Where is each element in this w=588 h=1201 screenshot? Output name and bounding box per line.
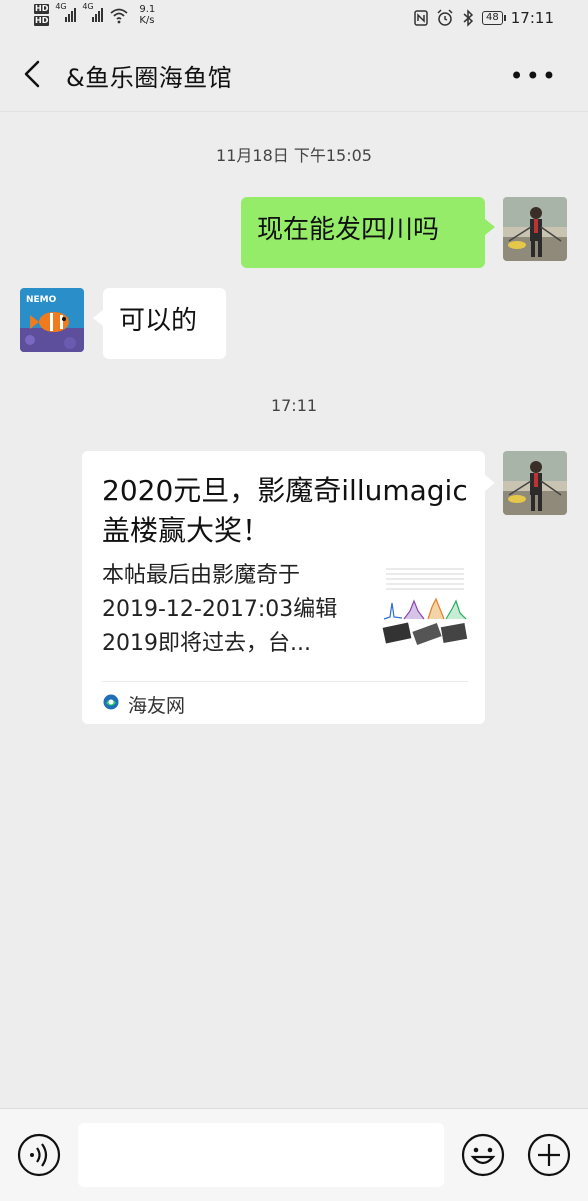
- wifi-icon: [110, 8, 128, 24]
- chat-header: &鱼乐圈海鱼馆 •••: [0, 40, 588, 110]
- link-card-thumbnail: [382, 559, 468, 647]
- link-card-title: 2020元旦，影魔奇illumagic盖楼赢大奖！: [102, 474, 468, 547]
- back-arrow-icon[interactable]: [18, 58, 50, 90]
- network-speed: 9.1 K/s: [139, 4, 156, 26]
- avatar-photo: [503, 451, 567, 515]
- hd-badge: HD: [34, 16, 50, 26]
- incoming-message[interactable]: 可以的: [93, 288, 226, 359]
- link-card-message[interactable]: 2020元旦，影魔奇illumagic盖楼赢大奖！ 本帖最后由影魔奇于2019-…: [82, 451, 495, 724]
- contact-avatar[interactable]: NEMO: [20, 288, 84, 352]
- outgoing-message[interactable]: 现在能发四川吗: [241, 197, 495, 268]
- status-right: 48 17:11: [414, 9, 554, 27]
- clock: 17:11: [510, 9, 554, 27]
- svg-text:NEMO: NEMO: [26, 295, 57, 305]
- message-text-input[interactable]: [78, 1123, 444, 1187]
- link-card-divider: [102, 681, 468, 682]
- link-card-source: 海友网: [128, 695, 186, 717]
- link-card-description: 本帖最后由影魔奇于2019-12-2017:03编辑2019即将过去，台...: [102, 563, 338, 656]
- message-timestamp: 17:11: [270, 396, 318, 415]
- header-divider: [0, 111, 588, 112]
- more-options-button[interactable]: •••: [510, 62, 558, 90]
- nfc-icon: [414, 10, 428, 26]
- source-site-icon: [103, 694, 119, 710]
- status-left: HD HD 4G 4G 9.1 K/s: [34, 2, 156, 28]
- hd-badge: HD: [34, 4, 50, 14]
- hd-indicators: HD HD: [34, 4, 50, 28]
- message-timestamp: 11月18日 下午15:05: [216, 146, 372, 165]
- bluetooth-icon: [463, 9, 474, 27]
- avatar-photo: [503, 197, 567, 261]
- my-avatar[interactable]: [503, 451, 567, 515]
- voice-input-icon[interactable]: [17, 1133, 61, 1177]
- emoji-icon[interactable]: [461, 1133, 505, 1177]
- my-avatar[interactable]: [503, 197, 567, 261]
- status-bar: HD HD 4G 4G 9.1 K/s 48 17:11: [0, 0, 588, 36]
- chat-title: &鱼乐圈海鱼馆: [66, 64, 233, 92]
- message-input-bar: [0, 1108, 588, 1201]
- signal-icon: 4G: [82, 2, 104, 22]
- battery-icon: 48: [482, 11, 506, 25]
- signal-icon: 4G: [55, 2, 77, 22]
- alarm-icon: [437, 9, 453, 26]
- add-more-icon[interactable]: [527, 1133, 571, 1177]
- nemo-avatar-image: NEMO: [20, 288, 84, 352]
